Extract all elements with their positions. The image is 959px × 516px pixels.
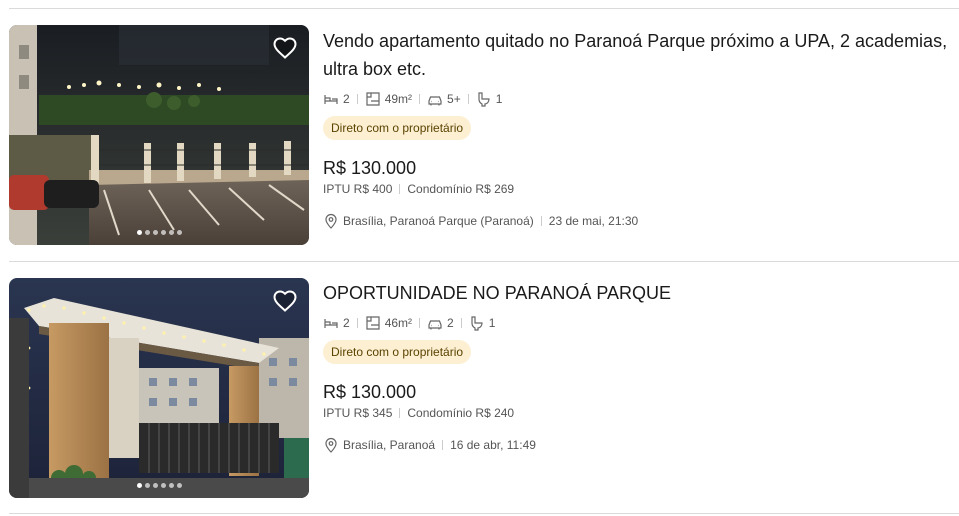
- attr-separator: [419, 94, 421, 104]
- listing-photo[interactable]: [9, 278, 309, 498]
- top-divider: [9, 8, 959, 9]
- carousel-dot[interactable]: [152, 483, 158, 488]
- listing-title[interactable]: OPORTUNIDADE NO PARANOÁ PARQUE: [323, 279, 959, 307]
- fee-separator: [399, 184, 401, 194]
- carousel-dot[interactable]: [144, 483, 150, 488]
- listing-date: 23 de mai, 21:30: [548, 214, 639, 228]
- bathrooms-attr: 1: [476, 91, 503, 107]
- location-text: Brasília, Paranoá: [343, 438, 436, 452]
- attr-separator: [419, 318, 421, 328]
- listing-card[interactable]: OPORTUNIDADE NO PARANOÁ PARQUE 2 46m² 2 …: [0, 278, 959, 508]
- photo-carousel-dots[interactable]: [9, 483, 309, 488]
- bedrooms-value: 2: [343, 92, 350, 106]
- area-value: 49m²: [384, 92, 413, 106]
- listing-info: OPORTUNIDADE NO PARANOÁ PARQUE 2 46m² 2 …: [323, 279, 959, 453]
- listing-location-row: Brasília, Paranoá Parque (Paranoá) 23 de…: [323, 213, 959, 229]
- bedrooms-value: 2: [343, 316, 350, 330]
- owner-badge: Direto com o proprietário: [323, 116, 472, 140]
- map-pin-icon: [325, 437, 337, 453]
- listing-photo-image: [9, 25, 309, 245]
- attr-separator: [460, 318, 462, 328]
- listing-price: R$ 130.000: [323, 382, 417, 402]
- parking-attr: 5+: [427, 91, 461, 107]
- area-attr: 49m²: [365, 91, 412, 107]
- listing-location-row: Brasília, Paranoá 16 de abr, 11:49: [323, 437, 959, 453]
- parking-value: 5+: [447, 92, 461, 106]
- bathrooms-value: 1: [495, 92, 503, 106]
- area-icon: [366, 92, 380, 106]
- heart-icon[interactable]: [273, 290, 297, 312]
- listing-attributes: 2 49m² 5+ 1: [323, 91, 959, 107]
- toilet-icon: [478, 92, 490, 107]
- listing-photo[interactable]: [9, 25, 309, 245]
- listing-fees: IPTU R$ 345 Condomínio R$ 240: [323, 406, 959, 420]
- map-pin-icon: [325, 213, 337, 229]
- bathrooms-value: 1: [488, 316, 496, 330]
- listing-title[interactable]: Vendo apartamento quitado no Paranoá Par…: [323, 27, 959, 83]
- condo-value: Condomínio R$ 269: [407, 182, 515, 196]
- badge-row: Direto com o proprietário: [323, 116, 959, 140]
- badge-row: Direto com o proprietário: [323, 340, 959, 364]
- carousel-dot[interactable]: [160, 230, 166, 235]
- listing-fees: IPTU R$ 400 Condomínio R$ 269: [323, 182, 959, 196]
- bathrooms-attr: 1: [469, 315, 496, 331]
- bed-icon: [324, 95, 338, 104]
- bed-icon: [324, 319, 338, 328]
- area-attr: 46m²: [365, 315, 412, 331]
- attr-separator: [467, 94, 469, 104]
- parking-value: 2: [447, 316, 454, 330]
- listing-divider: [9, 261, 959, 262]
- iptu-value: IPTU R$ 400: [323, 182, 393, 196]
- parking-attr: 2: [427, 315, 454, 331]
- carousel-dot[interactable]: [152, 230, 158, 235]
- location-separator: [540, 216, 542, 226]
- carousel-dot[interactable]: [176, 483, 182, 488]
- carousel-dot[interactable]: [136, 230, 142, 235]
- listing-attributes: 2 46m² 2 1: [323, 315, 959, 331]
- attr-separator: [356, 94, 358, 104]
- owner-badge: Direto com o proprietário: [323, 340, 472, 364]
- attr-separator: [356, 318, 358, 328]
- listing-photo-image: [9, 278, 309, 498]
- location-separator: [442, 440, 444, 450]
- carousel-dot[interactable]: [160, 483, 166, 488]
- carousel-dot[interactable]: [144, 230, 150, 235]
- bedrooms-attr: 2: [323, 91, 350, 107]
- carousel-dot[interactable]: [136, 483, 142, 488]
- bottom-divider: [9, 513, 959, 514]
- listing-info: Vendo apartamento quitado no Paranoá Par…: [323, 27, 959, 229]
- area-value: 46m²: [384, 316, 413, 330]
- condo-value: Condomínio R$ 240: [407, 406, 515, 420]
- photo-carousel-dots[interactable]: [9, 230, 309, 235]
- location-text: Brasília, Paranoá Parque (Paranoá): [343, 214, 534, 228]
- iptu-value: IPTU R$ 345: [323, 406, 393, 420]
- car-icon: [428, 96, 442, 106]
- area-icon: [366, 316, 380, 330]
- listing-date: 16 de abr, 11:49: [450, 438, 536, 452]
- listing-card[interactable]: Vendo apartamento quitado no Paranoá Par…: [0, 25, 959, 255]
- toilet-icon: [471, 316, 483, 331]
- carousel-dot[interactable]: [168, 483, 174, 488]
- car-icon: [428, 320, 442, 330]
- fee-separator: [399, 408, 401, 418]
- carousel-dot[interactable]: [168, 230, 174, 235]
- bedrooms-attr: 2: [323, 315, 350, 331]
- heart-icon[interactable]: [273, 37, 297, 59]
- listing-price: R$ 130.000: [323, 158, 417, 178]
- carousel-dot[interactable]: [176, 230, 182, 235]
